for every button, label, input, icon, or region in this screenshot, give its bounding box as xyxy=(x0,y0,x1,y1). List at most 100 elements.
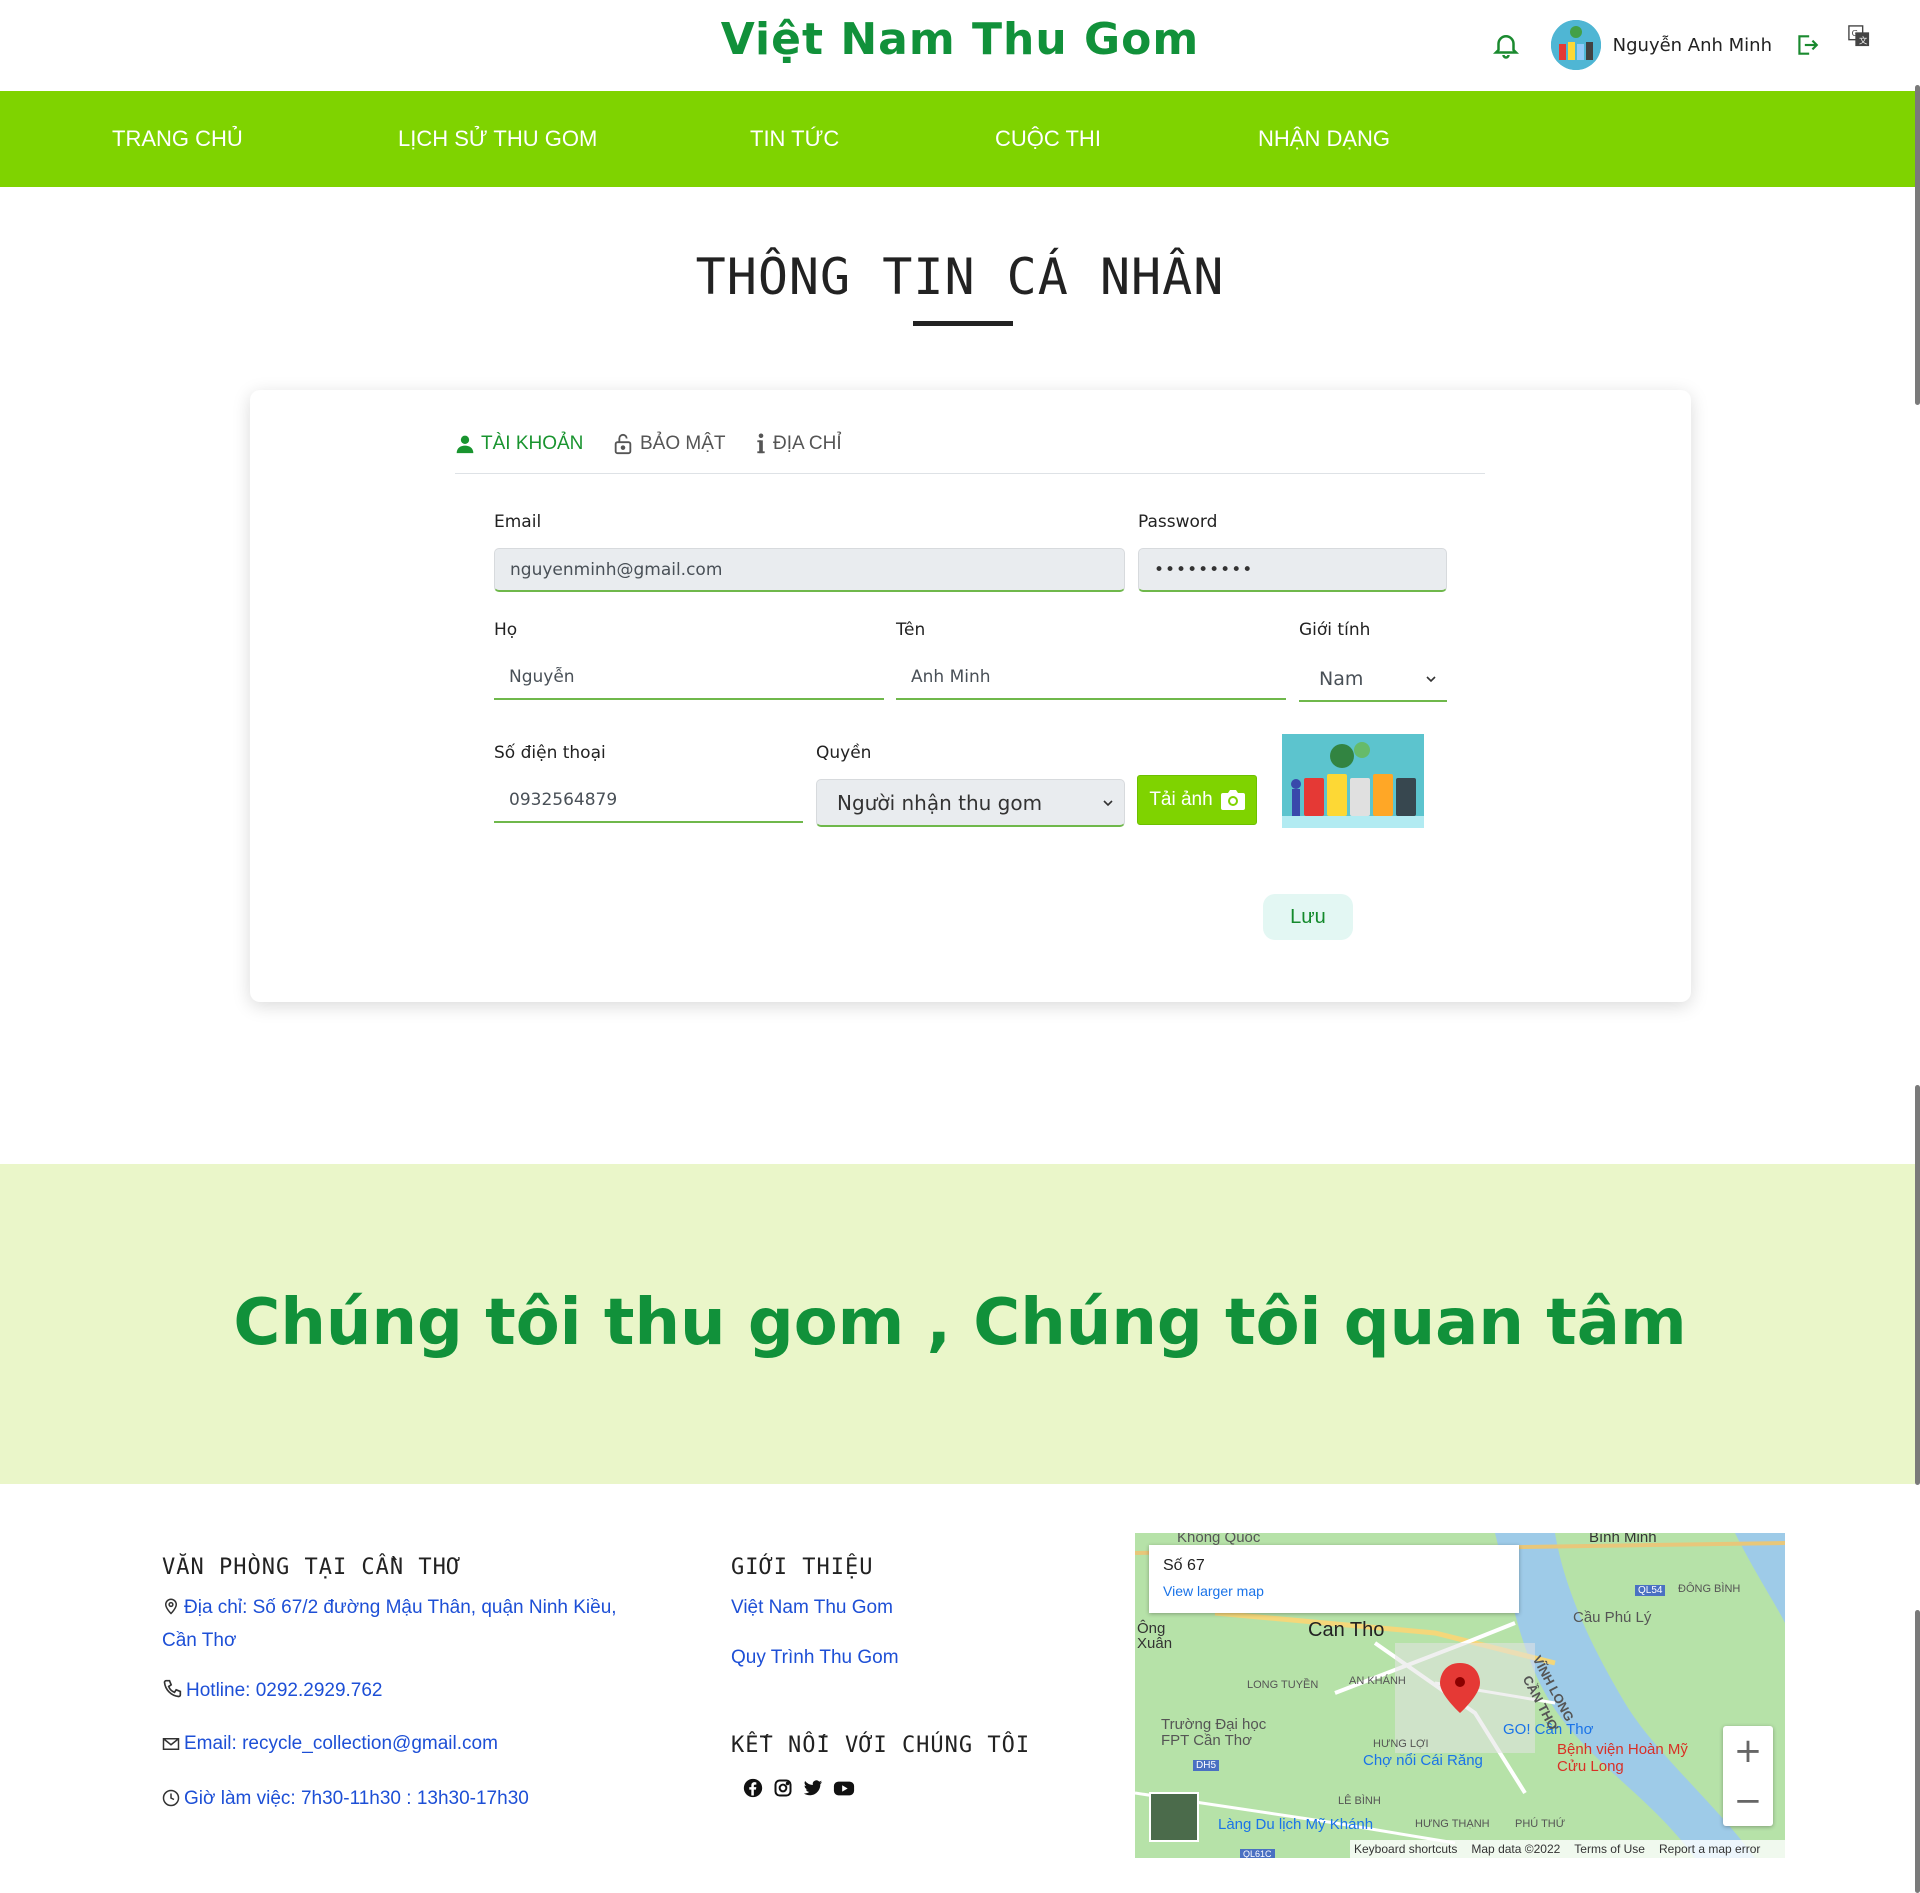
map-label-lang-du-lich: Làng Du lịch Mỹ Khánh xyxy=(1218,1816,1374,1833)
email-text: Email: recycle_collection@gmail.com xyxy=(184,1733,498,1754)
gender-value: Nam xyxy=(1319,668,1364,690)
mail-icon xyxy=(162,1738,180,1750)
logout-icon[interactable] xyxy=(1794,32,1820,58)
nav-item-history[interactable]: LỊCH SỬ THU GOM xyxy=(398,91,597,187)
last-name-field[interactable]: Nguyễn xyxy=(494,656,884,700)
about-link-brand[interactable]: Việt Nam Thu Gom xyxy=(731,1591,893,1624)
terms-link[interactable]: Terms of Use xyxy=(1574,1842,1645,1856)
camera-icon xyxy=(1220,790,1245,810)
address-link[interactable]: Địa chỉ: Số 67/2 đường Mậu Thân, quận Ni… xyxy=(162,1591,652,1657)
map-label-benh-vien: Bệnh viện Hoàn Mỹ Cửu Long xyxy=(1557,1741,1688,1775)
slogan: Chúng tôi thu gom , Chúng tôi quan tâm xyxy=(233,1286,1687,1360)
email-field[interactable]: nguyenminh@gmail.com xyxy=(494,548,1125,592)
phone-label: Số điện thoại xyxy=(494,743,606,763)
last-name-label: Họ xyxy=(494,620,518,640)
email-link[interactable]: Email: recycle_collection@gmail.com xyxy=(162,1727,498,1760)
view-larger-map-link[interactable]: View larger map xyxy=(1163,1583,1264,1599)
map-label-ong-xuan: Ông Xuân xyxy=(1137,1620,1173,1652)
user-name[interactable]: Nguyễn Anh Minh xyxy=(1613,35,1772,56)
map-label-cau-phu-ly: Cầu Phú Lý xyxy=(1573,1609,1652,1626)
svg-text:文: 文 xyxy=(1859,35,1867,45)
gender-select[interactable]: Nam xyxy=(1299,658,1447,702)
map-label-hung-loi: HƯNG LỢI xyxy=(1373,1738,1429,1750)
password-field[interactable]: ••••••••• xyxy=(1138,548,1447,592)
hours-link[interactable]: Giờ làm việc: 7h30-11h30 : 13h30-17h30 xyxy=(162,1782,529,1815)
first-name-field[interactable]: Anh Minh xyxy=(896,656,1286,700)
location-pin-icon xyxy=(164,1598,178,1615)
about-heading: GIỚI THIỆU xyxy=(731,1555,874,1580)
lock-icon xyxy=(614,433,632,455)
title-underline xyxy=(913,321,1013,326)
tab-security[interactable]: BẢO MẬT xyxy=(612,424,726,464)
instagram-icon[interactable] xyxy=(773,1778,793,1798)
tab-account[interactable]: TÀI KHOẢN xyxy=(455,424,583,464)
map-data-text: Map data ©2022 xyxy=(1471,1842,1561,1856)
chevron-down-icon xyxy=(1103,799,1113,806)
clock-icon xyxy=(162,1789,180,1807)
user-area: Nguyễn Anh Minh G 文 xyxy=(1491,18,1870,72)
nav-item-home[interactable]: TRANG CHỦ xyxy=(112,91,243,187)
hotline-text: Hotline: 0292.2929.762 xyxy=(186,1680,383,1701)
profile-photo xyxy=(1282,734,1424,828)
report-error-link[interactable]: Report a map error xyxy=(1659,1842,1760,1856)
nav-item-contest[interactable]: CUỘC THI xyxy=(995,91,1101,187)
map-place-name: Số 67 xyxy=(1163,1557,1205,1574)
top-header: Việt Nam Thu Gom Nguyễn Anh Minh G 文 xyxy=(0,0,1920,91)
map-label-khong-quoc: Không Quốc xyxy=(1177,1533,1261,1546)
zoom-in-button[interactable]: + xyxy=(1723,1726,1773,1776)
map-label-dh5: DH5 xyxy=(1193,1760,1220,1771)
page-title: THÔNG TIN CÁ NHÂN xyxy=(695,248,1225,306)
map-label-hung-thanh: HƯNG THẠNH xyxy=(1415,1818,1490,1830)
page-scrollbar[interactable] xyxy=(1915,0,1920,1893)
save-button[interactable]: Lưu xyxy=(1263,894,1353,940)
profile-card: TÀI KHOẢN BẢO MẬT ĐỊA CHỈ Email nguyenmi… xyxy=(250,390,1691,1002)
map-zoom-controls: + − xyxy=(1723,1726,1773,1826)
scroll-thumb[interactable] xyxy=(1915,85,1920,405)
map-label-phu-thu: PHÚ THỨ xyxy=(1515,1818,1566,1830)
youtube-icon[interactable] xyxy=(833,1778,855,1798)
email-label: Email xyxy=(494,512,542,532)
first-name-label: Tên xyxy=(896,620,926,640)
role-select[interactable]: Người nhận thu gom xyxy=(816,779,1125,827)
map-footer: Keyboard shortcuts Map data ©2022 Terms … xyxy=(1350,1840,1785,1858)
tab-address[interactable]: ĐỊA CHỈ xyxy=(755,424,842,464)
twitter-icon[interactable] xyxy=(803,1778,823,1798)
phone-field[interactable]: 0932564879 xyxy=(494,779,803,823)
map-label-binh-minh: Bình Minh xyxy=(1589,1533,1657,1546)
nav-item-news[interactable]: TIN TỨC xyxy=(750,91,839,187)
connect-heading: KẾT NỐI VỚI CHÚNG TÔI xyxy=(731,1733,1031,1758)
zoom-out-button[interactable]: − xyxy=(1723,1776,1773,1826)
about-link-process[interactable]: Quy Trình Thu Gom xyxy=(731,1641,899,1674)
map-label-city: Can Tho xyxy=(1308,1619,1385,1641)
hotline-link[interactable]: Hotline: 0292.2929.762 xyxy=(162,1674,383,1707)
scroll-thumb[interactable] xyxy=(1915,1085,1920,1485)
map-label-long-tuyen: LONG TUYỀN xyxy=(1247,1679,1319,1691)
office-heading: VĂN PHÒNG TẠI CẦN THƠ xyxy=(162,1555,462,1580)
slogan-band: Chúng tôi thu gom , Chúng tôi quan tâm xyxy=(0,1164,1920,1484)
tab-address-label: ĐỊA CHỈ xyxy=(773,433,842,454)
upload-photo-button[interactable]: Tải ảnh xyxy=(1137,775,1257,825)
address-text: Địa chỉ: Số 67/2 đường Mậu Thân, quận Ni… xyxy=(162,1597,617,1651)
tab-security-label: BẢO MẬT xyxy=(640,433,726,454)
scroll-thumb[interactable] xyxy=(1915,1610,1920,1893)
avatar[interactable] xyxy=(1550,20,1601,70)
map-label-cho-noi: Chợ nổi Cái Răng xyxy=(1363,1752,1483,1769)
facebook-icon[interactable] xyxy=(743,1778,763,1798)
translate-icon[interactable]: G 文 xyxy=(1848,25,1870,47)
google-map[interactable]: Số 67 View larger map Không Quốc Bình Mi… xyxy=(1135,1533,1785,1858)
keyboard-shortcuts-link[interactable]: Keyboard shortcuts xyxy=(1354,1842,1457,1856)
info-icon xyxy=(757,433,765,454)
social-links xyxy=(743,1778,855,1798)
map-label-ql54: QL54 xyxy=(1635,1585,1666,1596)
gender-label: Giới tính xyxy=(1299,620,1371,640)
chevron-down-icon xyxy=(1426,676,1436,683)
map-label-dong-binh: ĐÔNG BÌNH xyxy=(1678,1583,1741,1595)
main-nav: TRANG CHỦ LỊCH SỬ THU GOM TIN TỨC CUỘC T… xyxy=(0,91,1920,187)
svg-text:G: G xyxy=(1852,28,1858,38)
nav-item-recognition[interactable]: NHẬN DẠNG xyxy=(1258,91,1390,187)
map-label-truong-dh: Trường Đại học FPT Cần Thơ xyxy=(1161,1716,1267,1749)
bell-icon[interactable] xyxy=(1491,30,1521,60)
role-label: Quyền xyxy=(816,743,872,763)
user-icon xyxy=(456,435,474,454)
profile-tabs: TÀI KHOẢN BẢO MẬT ĐỊA CHỈ xyxy=(455,420,1485,474)
